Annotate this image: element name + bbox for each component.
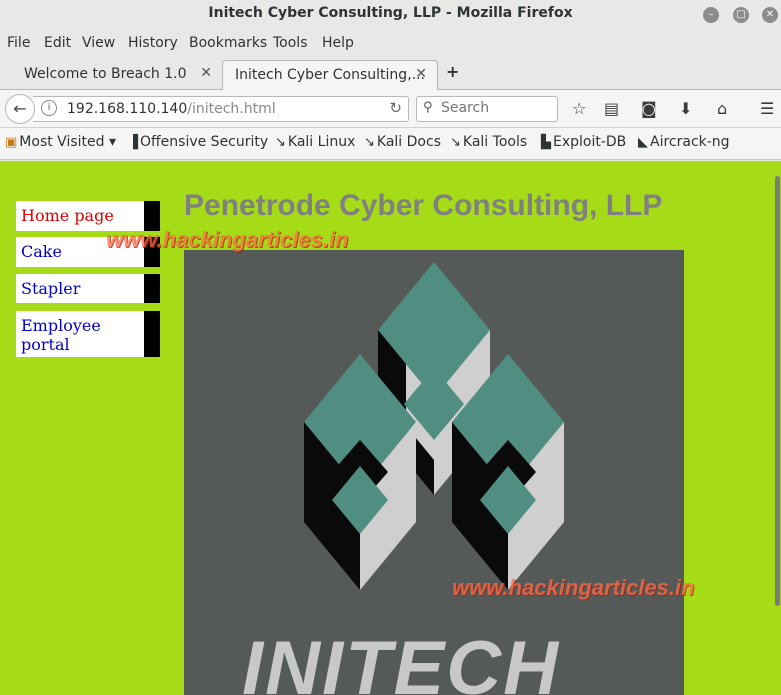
menu-bar: File Edit View History Bookmarks Tools H… <box>0 30 781 58</box>
menu-view[interactable]: View <box>82 35 115 51</box>
bookmark-label: Kali Docs <box>376 134 441 150</box>
url-text: 192.168.110.140/initech.html <box>67 101 276 117</box>
menu-history[interactable]: History <box>128 35 178 51</box>
nav-employee-portal[interactable]: Employee portal <box>16 311 160 357</box>
maximize-icon[interactable]: □ <box>733 7 749 23</box>
bookmark-most-visited[interactable]: ▣ Most Visited ▾ <box>5 134 116 150</box>
bookmark-kali-docs[interactable]: ↘ Kali Docs <box>364 134 441 150</box>
kali-dragon-icon: ↘ <box>364 135 375 150</box>
tab-bar: Welcome to Breach 1.0 ✕ Initech Cyber Co… <box>0 58 781 90</box>
url-path: /initech.html <box>187 101 276 117</box>
bookmark-aircrack-ng[interactable]: ◣ Aircrack-ng <box>638 134 730 150</box>
search-box[interactable]: ⚲ <box>416 96 558 122</box>
bookmark-offensive-security[interactable]: ▐ Offensive Security <box>128 134 268 150</box>
bookmark-label: Offensive Security <box>140 134 269 150</box>
back-arrow-icon: ← <box>13 99 27 118</box>
url-host: 192.168.110.140 <box>67 101 188 117</box>
scrollbar-thumb[interactable] <box>775 176 780 606</box>
star-icon[interactable]: ☆ <box>572 99 586 118</box>
window-title: Initech Cyber Consulting, LLP - Mozilla … <box>208 5 573 21</box>
initech-logo: INITECH <box>184 250 684 695</box>
bookmark-label: Kali Tools <box>462 134 528 150</box>
menu-file[interactable]: File <box>7 35 30 51</box>
menu-help[interactable]: Help <box>322 35 354 51</box>
page-title: Penetrode Cyber Consulting, LLP <box>184 189 663 222</box>
reload-icon[interactable]: ↻ <box>389 99 402 117</box>
hamburger-menu-icon[interactable]: ☰ <box>760 99 774 118</box>
bookmark-label: Exploit-DB <box>553 134 627 150</box>
folder-icon: ▣ <box>5 135 18 150</box>
kali-dragon-icon: ↘ <box>450 135 461 150</box>
tab-label: Welcome to Breach 1.0 <box>24 66 187 82</box>
tab-initech[interactable]: Initech Cyber Consulting,... ✕ <box>222 60 438 90</box>
watermark: www.hackingarticles.in <box>106 227 349 252</box>
search-input[interactable] <box>441 100 551 116</box>
minimize-icon[interactable]: – <box>703 7 719 23</box>
download-icon[interactable]: ⬇ <box>679 99 692 118</box>
window-titlebar: Initech Cyber Consulting, LLP - Mozilla … <box>0 0 781 30</box>
info-icon[interactable]: i <box>41 100 57 116</box>
page-scrollbar[interactable] <box>774 161 781 695</box>
logo-wordmark: INITECH <box>242 626 560 695</box>
tab-welcome[interactable]: Welcome to Breach 1.0 ✕ <box>10 60 222 90</box>
home-icon[interactable]: ⌂ <box>717 99 727 118</box>
new-tab-icon[interactable]: + <box>446 62 459 81</box>
tab-close-icon[interactable]: ✕ <box>200 65 212 81</box>
nav-stapler[interactable]: Stapler <box>16 274 160 303</box>
bookmark-label: Aircrack-ng <box>650 134 730 150</box>
menu-tools[interactable]: Tools <box>273 35 308 51</box>
bookmark-label: Kali Linux <box>287 134 356 150</box>
tab-label: Initech Cyber Consulting,... <box>235 67 425 83</box>
bookmark-kali-linux[interactable]: ↘ Kali Linux <box>275 134 355 150</box>
kali-dragon-icon: ↘ <box>275 135 286 150</box>
navigation-bar: i 192.168.110.140/initech.html ↻ ← ⚲ ☆ ▤… <box>0 90 781 128</box>
pocket-icon[interactable]: ◙ <box>641 99 657 118</box>
back-button[interactable]: ← <box>5 94 35 124</box>
close-icon[interactable]: ✕ <box>762 7 778 23</box>
menu-bookmarks[interactable]: Bookmarks <box>189 35 267 51</box>
offsec-icon: ▐ <box>128 135 138 150</box>
exploit-db-icon: ▙ <box>541 135 551 150</box>
watermark: www.hackingarticles.in <box>452 575 695 600</box>
bookmark-kali-tools[interactable]: ↘ Kali Tools <box>450 134 527 150</box>
url-bar[interactable]: i 192.168.110.140/initech.html ↻ <box>33 96 409 122</box>
menu-edit[interactable]: Edit <box>44 35 71 51</box>
tab-close-icon[interactable]: ✕ <box>415 66 427 82</box>
search-icon: ⚲ <box>423 100 433 115</box>
page-content: Home page Cake Stapler Employee portal P… <box>0 161 774 695</box>
reading-list-icon[interactable]: ▤ <box>604 99 619 118</box>
bookmarks-toolbar: ▣ Most Visited ▾ ▐ Offensive Security ↘ Kal… <box>0 128 781 160</box>
bookmark-label: Most Visited ▾ <box>19 134 116 150</box>
bookmark-exploit-db[interactable]: ▙ Exploit-DB <box>541 134 626 150</box>
aircrack-icon: ◣ <box>638 135 648 150</box>
